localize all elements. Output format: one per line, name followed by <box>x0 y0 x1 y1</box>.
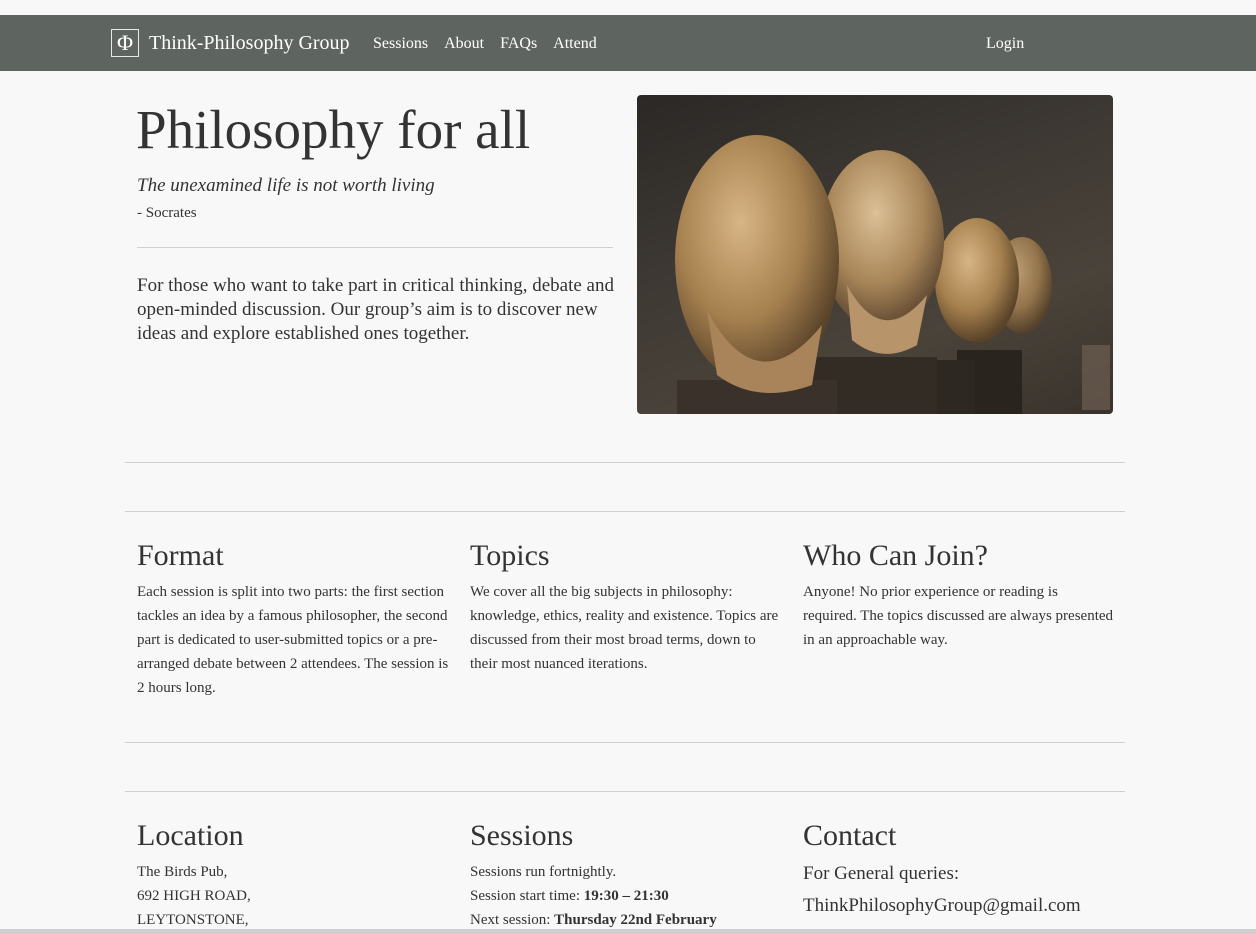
login-link[interactable]: Login <box>986 34 1024 54</box>
feature-who-can-join: Who Can Join? Anyone! No prior experienc… <box>803 538 1115 652</box>
sessions-frequency: Sessions run fortnightly. <box>470 864 617 880</box>
divider <box>137 247 613 248</box>
address-line: 692 HIGH ROAD, <box>137 888 251 904</box>
sessions-section: Sessions Sessions run fortnightly. Sessi… <box>470 818 782 932</box>
session-time-value: 19:30 – 21:30 <box>583 888 669 904</box>
session-time-label: Session start time: <box>470 888 584 904</box>
contact-info: For General queries: ThinkPhilosophyGrou… <box>803 858 1133 922</box>
nav-link-about[interactable]: About <box>444 34 484 54</box>
feature-text: Anyone! No prior experience or reading i… <box>803 584 1114 648</box>
navbar: Φ Think-Philosophy Group Sessions About … <box>0 15 1256 71</box>
contact-email[interactable]: ThinkPhilosophyGroup@gmail.com <box>803 890 1133 922</box>
feature-title: Topics <box>470 539 550 572</box>
contact-title: Contact <box>803 819 897 852</box>
busts-illustration <box>675 135 1110 414</box>
hero-quote: The unexamined life is not worth living <box>137 175 435 196</box>
section-divider <box>125 791 1125 792</box>
phi-logo-icon[interactable]: Φ <box>111 29 139 57</box>
feature-title: Who Can Join? <box>803 539 988 572</box>
brand-name[interactable]: Think-Philosophy Group <box>149 29 350 57</box>
next-session-label: Next session: <box>470 912 555 928</box>
section-divider <box>125 511 1125 512</box>
next-session-value: Thursday 22nd February <box>554 912 717 928</box>
location-title: Location <box>137 819 244 852</box>
section-divider <box>125 742 1125 743</box>
feature-title: Format <box>137 539 224 572</box>
address-line: The Birds Pub, <box>137 864 228 880</box>
feature-text: Each session is split into two parts: th… <box>137 584 449 696</box>
feature-topics: Topics We cover all the big subjects in … <box>470 538 782 676</box>
nav-links: Sessions About FAQs Attend <box>373 34 613 54</box>
address: The Birds Pub, 692 HIGH ROAD, LEYTONSTON… <box>137 860 449 932</box>
brand[interactable]: Φ Think-Philosophy Group <box>111 29 350 57</box>
sessions-title: Sessions <box>470 819 574 852</box>
nav-link-attend[interactable]: Attend <box>553 34 597 54</box>
contact-label: For General queries: <box>803 863 960 884</box>
nav-link-faqs[interactable]: FAQs <box>500 34 537 54</box>
section-divider <box>125 462 1125 463</box>
contact-section: Contact For General queries: ThinkPhilos… <box>803 818 1133 922</box>
hero-description: For those who want to take part in criti… <box>137 275 614 344</box>
session-time: Session start time: 19:30 – 21:30 <box>470 884 782 908</box>
feature-format: Format Each session is split into two pa… <box>137 538 449 700</box>
hero-quote-author: - Socrates <box>137 205 197 221</box>
philosopher-busts-image <box>637 95 1113 414</box>
location-section: Location The Birds Pub, 692 HIGH ROAD, L… <box>137 818 449 932</box>
nav-link-sessions[interactable]: Sessions <box>373 34 428 54</box>
sessions-info: Sessions run fortnightly. Session start … <box>470 860 782 932</box>
horizontal-scrollbar[interactable] <box>0 929 1256 934</box>
page-title: Philosophy for all <box>136 99 531 160</box>
feature-text: We cover all the big subjects in philoso… <box>470 584 779 672</box>
